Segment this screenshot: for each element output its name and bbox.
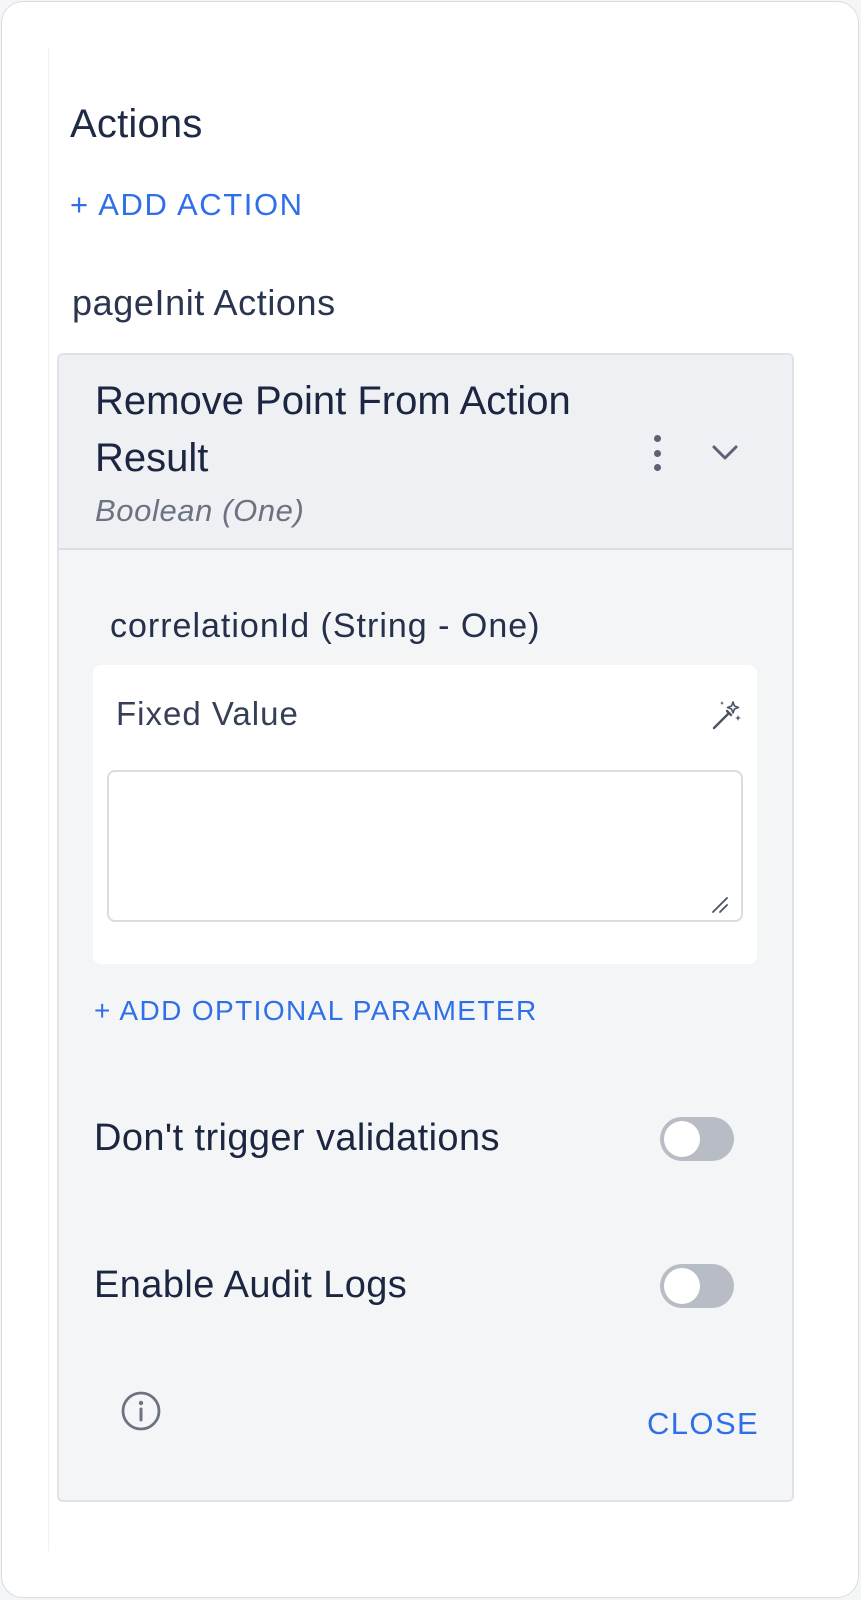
toggle-knob xyxy=(664,1268,700,1304)
parameter-box: Fixed Value xyxy=(93,665,757,964)
enable-audit-logs-toggle[interactable] xyxy=(660,1264,734,1308)
value-mode-label: Fixed Value xyxy=(116,695,299,732)
fixed-value-input[interactable] xyxy=(107,770,743,922)
magic-wand-icon[interactable] xyxy=(709,699,743,733)
action-card-title: Remove Point From Action Result xyxy=(95,379,571,480)
dont-trigger-validations-toggle[interactable] xyxy=(660,1117,734,1161)
chevron-down-icon[interactable] xyxy=(705,433,745,473)
parameter-label: correlationId (String - One) xyxy=(110,607,541,645)
resize-handle-icon[interactable] xyxy=(707,892,729,914)
action-card-return-type: Boolean (One) xyxy=(95,493,305,528)
action-group-title: pageInit Actions xyxy=(72,282,336,323)
close-button[interactable]: CLOSE xyxy=(647,1406,759,1442)
actions-panel: Actions + ADD ACTION pageInit Actions Re… xyxy=(1,1,859,1598)
panel-divider xyxy=(48,48,49,1551)
dont-trigger-validations-label: Don't trigger validations xyxy=(94,1117,500,1159)
section-title: Actions xyxy=(70,102,203,146)
add-optional-parameter-button[interactable]: + ADD OPTIONAL PARAMETER xyxy=(94,995,538,1027)
add-action-button[interactable]: + ADD ACTION xyxy=(70,187,304,223)
more-vertical-icon[interactable] xyxy=(639,431,675,475)
info-icon[interactable] xyxy=(120,1390,162,1432)
toggle-knob xyxy=(664,1121,700,1157)
action-card-header[interactable]: Remove Point From Action Result Boolean … xyxy=(59,355,792,550)
enable-audit-logs-label: Enable Audit Logs xyxy=(94,1264,408,1306)
